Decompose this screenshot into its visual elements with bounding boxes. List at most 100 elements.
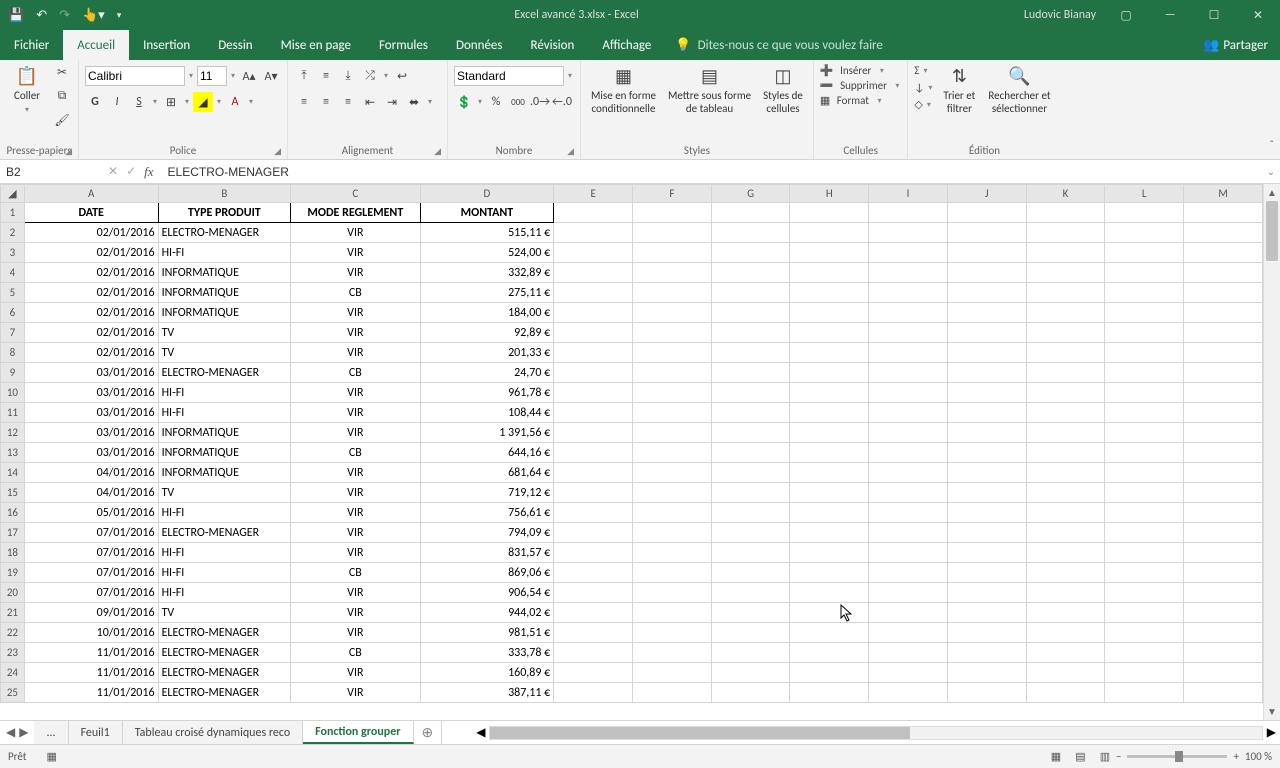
cell[interactable] [1184,603,1263,623]
cell[interactable] [1026,243,1105,263]
cell[interactable] [554,663,633,683]
cell[interactable]: CB [291,643,421,663]
cell[interactable]: ELECTRO-MENAGER [158,363,291,383]
row-header[interactable]: 23 [1,643,25,663]
row-header[interactable]: 7 [1,323,25,343]
cell[interactable] [1184,623,1263,643]
cell[interactable] [1184,343,1263,363]
cell[interactable]: INFORMATIQUE [158,443,291,463]
cell[interactable] [632,363,711,383]
cell[interactable] [869,423,948,443]
row-header[interactable]: 11 [1,403,25,423]
increase-font-icon[interactable]: A▴ [239,66,259,86]
cell[interactable] [711,463,790,483]
close-icon[interactable]: ✕ [1236,0,1280,30]
cell[interactable] [1105,603,1184,623]
cell[interactable]: HI-FI [158,403,291,423]
chevron-down-icon[interactable]: ▾ [566,71,574,81]
cell[interactable] [632,323,711,343]
chevron-down-icon[interactable]: ▾ [187,71,195,81]
cell[interactable] [711,263,790,283]
row-header[interactable]: 4 [1,263,25,283]
cell[interactable] [869,523,948,543]
cell[interactable] [790,583,869,603]
cell[interactable]: 1 391,56 € [420,423,554,443]
cell[interactable] [554,683,633,703]
cell[interactable]: 03/01/2016 [24,383,158,403]
cell[interactable] [790,463,869,483]
row-header[interactable]: 12 [1,423,25,443]
cell[interactable] [554,503,633,523]
cell[interactable]: 11/01/2016 [24,643,158,663]
cell[interactable] [632,443,711,463]
cell[interactable] [632,663,711,683]
minimize-icon[interactable]: — [1148,0,1192,30]
cell[interactable] [869,343,948,363]
cell[interactable] [1026,363,1105,383]
cell[interactable]: VIR [291,223,421,243]
column-header[interactable]: E [554,185,633,203]
cell[interactable]: CB [291,283,421,303]
scrollbar-thumb[interactable] [490,727,910,739]
ribbon-display-icon[interactable]: ▢ [1104,0,1148,30]
tell-me-search[interactable]: 💡 Dites-nous ce que vous voulez faire [665,30,892,60]
cell[interactable] [1105,343,1184,363]
normal-view-icon[interactable]: ▦ [1045,750,1067,763]
cell[interactable] [1184,423,1263,443]
scroll-left-icon[interactable]: ◀ [476,725,485,740]
cell[interactable] [632,303,711,323]
cell[interactable] [1105,483,1184,503]
number-dialog-icon[interactable]: ◢ [567,146,574,157]
autosum-button[interactable]: Σ▾ [914,64,934,77]
cell[interactable] [711,523,790,543]
column-header[interactable]: L [1105,185,1184,203]
redo-icon[interactable]: ↷ [59,8,70,23]
cell[interactable] [1184,463,1263,483]
cell[interactable] [711,503,790,523]
row-header[interactable]: 21 [1,603,25,623]
format-painter-icon[interactable]: 🖌 [52,110,72,130]
cell[interactable] [947,583,1026,603]
cell[interactable] [632,283,711,303]
column-header[interactable]: B [158,185,291,203]
cell[interactable] [554,523,633,543]
cell[interactable] [711,663,790,683]
cell[interactable] [1184,523,1263,543]
cell[interactable] [869,563,948,583]
row-header[interactable]: 18 [1,543,25,563]
align-center-icon[interactable]: ≡ [316,92,336,112]
cell[interactable] [1105,503,1184,523]
row-header[interactable]: 25 [1,683,25,703]
cell[interactable]: 07/01/2016 [24,563,158,583]
cell[interactable] [632,583,711,603]
conditional-formatting-button[interactable]: ▦ Mise en forme conditionnelle [587,62,660,117]
cell[interactable] [947,263,1026,283]
cell[interactable] [790,323,869,343]
cell[interactable] [1026,523,1105,543]
cell[interactable]: 02/01/2016 [24,263,158,283]
cell[interactable] [790,383,869,403]
cell[interactable] [790,623,869,643]
cell[interactable] [869,583,948,603]
cell[interactable] [869,503,948,523]
align-left-icon[interactable]: ≡ [294,92,314,112]
cell[interactable] [711,243,790,263]
row-header[interactable]: 9 [1,363,25,383]
row-header[interactable]: 17 [1,523,25,543]
cell[interactable] [1184,403,1263,423]
cell[interactable]: MODE REGLEMENT [291,203,421,223]
cell[interactable] [1105,423,1184,443]
undo-icon[interactable]: ↶ [36,8,47,23]
cell[interactable] [1026,343,1105,363]
scroll-right-icon[interactable]: ▶ [1267,725,1276,740]
cell[interactable] [1026,463,1105,483]
tab-formules[interactable]: Formules [365,30,442,60]
cell[interactable] [1026,563,1105,583]
format-as-table-button[interactable]: ▤ Mettre sous forme de tableau [664,62,755,117]
cell[interactable] [711,203,790,223]
copy-icon[interactable]: ⧉ [52,86,72,106]
cell[interactable] [790,483,869,503]
cell[interactable]: VIR [291,263,421,283]
cell[interactable] [632,523,711,543]
column-header[interactable]: D [420,185,554,203]
